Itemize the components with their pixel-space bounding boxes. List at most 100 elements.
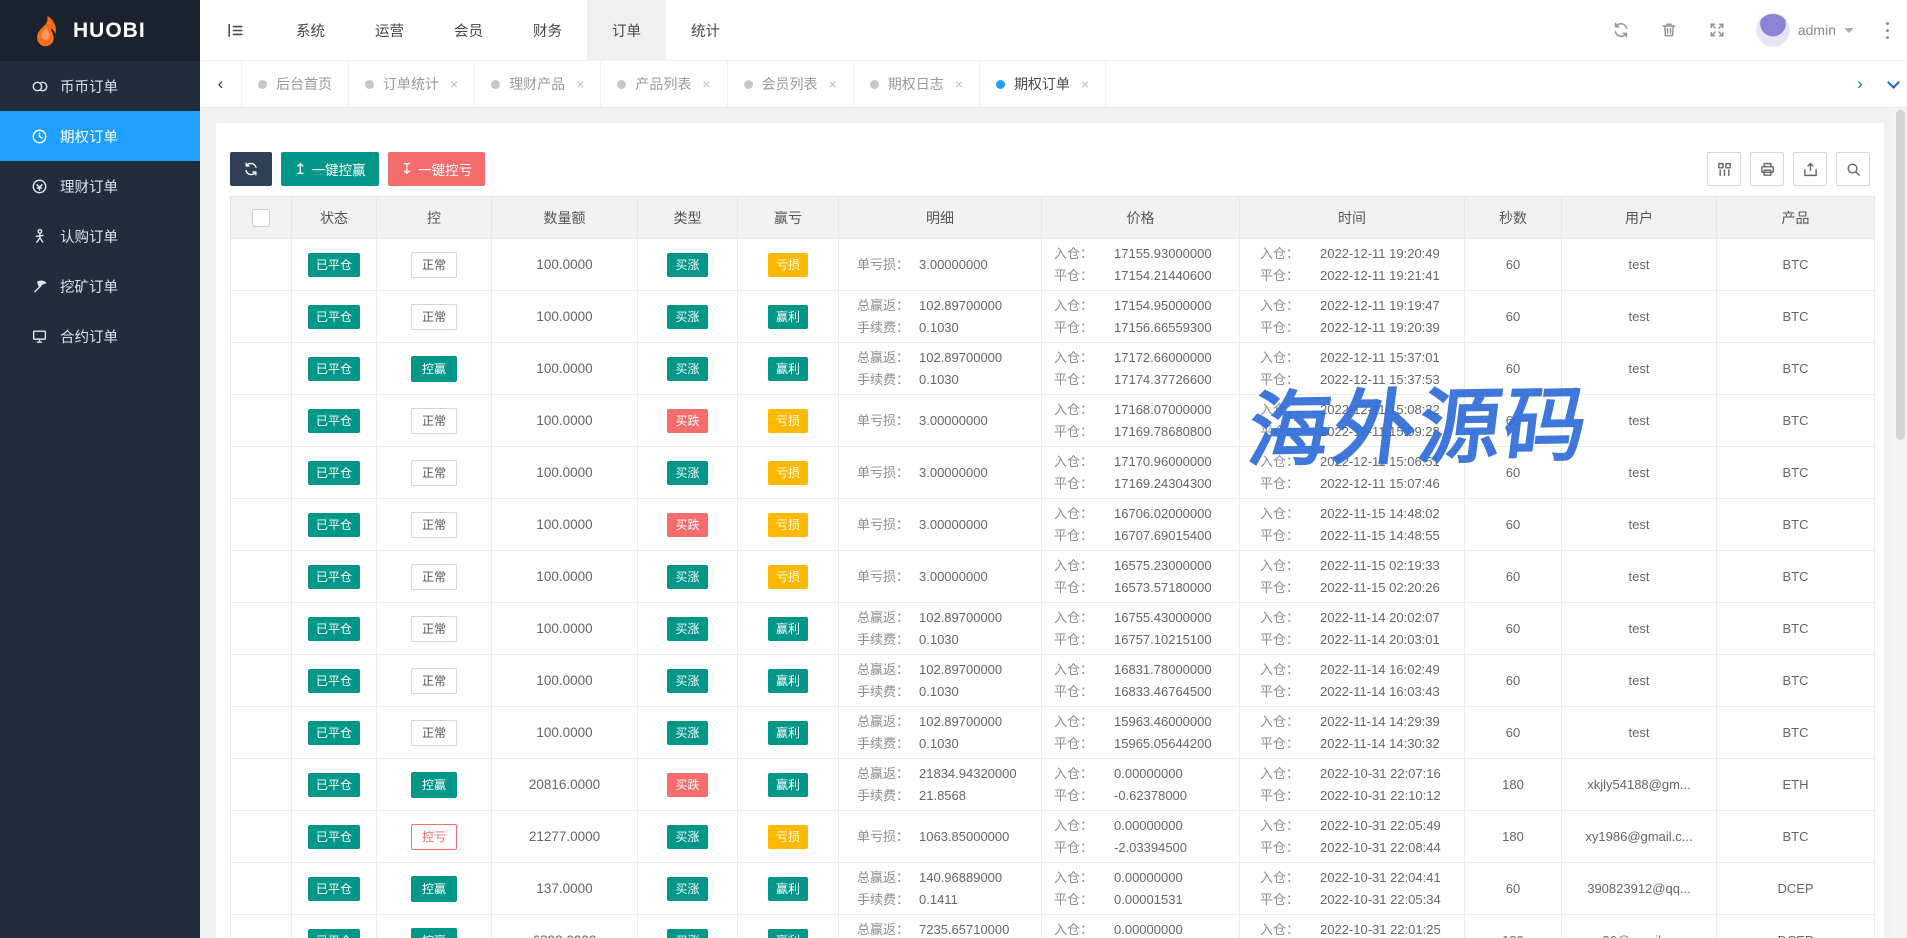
chevron-down-icon: [1887, 76, 1900, 89]
detail-cell: 单亏损：3.00000000: [839, 239, 1042, 291]
control-badge[interactable]: 正常: [411, 252, 457, 278]
control-badge[interactable]: 正常: [411, 460, 457, 486]
price-cell: 入仓：15963.46000000平仓：15965.05644200: [1042, 707, 1240, 759]
kv-line: 平仓：2022-10-31 22:08:44: [1260, 838, 1464, 858]
control-badge[interactable]: 正常: [411, 564, 457, 590]
tab-close-icon[interactable]: ×: [829, 76, 837, 92]
product-cell: BTC: [1717, 291, 1875, 343]
kv-line: 单亏损：1063.85000000: [857, 827, 1041, 847]
select-all-checkbox[interactable]: [252, 209, 270, 227]
tabs-scroll-left[interactable]: ‹: [200, 61, 242, 107]
kv-line: 手续费：0.1030: [857, 318, 1041, 338]
kv-line: 平仓：2022-10-31 22:10:12: [1260, 786, 1464, 806]
column-header: 产品: [1717, 197, 1875, 239]
nav-item-system[interactable]: 系统: [271, 0, 350, 60]
tab-member-list[interactable]: 会员列表 ×: [728, 61, 854, 107]
control-badge[interactable]: 控赢: [411, 876, 457, 902]
force-lose-button[interactable]: ↧ 一键控亏: [388, 152, 486, 186]
tab-label: 订单统计: [383, 74, 439, 94]
kv-line: 入仓：0.00000000: [1054, 868, 1239, 888]
time-cell: 入仓：2022-10-31 22:07:16平仓：2022-10-31 22:1…: [1240, 759, 1465, 811]
seconds-cell: 60: [1465, 603, 1562, 655]
sidebar-item-finance-orders[interactable]: 理财订单: [0, 161, 200, 211]
page-scrollbar[interactable]: [1894, 108, 1907, 938]
tab-close-icon[interactable]: ×: [955, 76, 963, 92]
fullscreen-icon[interactable]: [1708, 21, 1726, 39]
control-badge[interactable]: 正常: [411, 304, 457, 330]
control-badge[interactable]: 控赢: [411, 356, 457, 382]
refresh-icon[interactable]: [1612, 21, 1630, 39]
print-icon[interactable]: [1750, 152, 1784, 186]
seconds-cell: 180: [1465, 811, 1562, 863]
control-badge[interactable]: 控赢: [411, 928, 457, 938]
scrollbar-thumb[interactable]: [1896, 110, 1905, 440]
refresh-button[interactable]: [230, 152, 272, 186]
column-header: 明细: [839, 197, 1042, 239]
tabs-dropdown[interactable]: [1879, 82, 1907, 87]
amount-cell: 100.0000: [492, 291, 638, 343]
tab-order-stats[interactable]: 订单统计 ×: [349, 61, 475, 107]
tab-label: 产品列表: [635, 74, 691, 94]
tab-home[interactable]: 后台首页: [242, 61, 349, 107]
kv-line: 平仓：2022-12-11 15:09:28: [1260, 422, 1464, 442]
tab-close-icon[interactable]: ×: [576, 76, 584, 92]
tabs-scroll-right[interactable]: ›: [1841, 74, 1879, 94]
sidebar-item-option-orders[interactable]: 期权订单: [0, 111, 200, 161]
control-badge[interactable]: 正常: [411, 668, 457, 694]
sidebar: HUOBI 币币订单 期权订单 理财订单 认购订单 挖矿订单 合约订单: [0, 0, 200, 938]
collapse-menu-icon[interactable]: [200, 21, 271, 40]
nav-item-finance[interactable]: 财务: [508, 0, 587, 60]
tab-close-icon[interactable]: ×: [1081, 76, 1089, 92]
amount-cell: 100.0000: [492, 551, 638, 603]
tab-dot-icon: [870, 80, 879, 89]
amount-cell: 100.0000: [492, 343, 638, 395]
kv-line: 平仓：2022-11-15 02:20:26: [1260, 578, 1464, 598]
control-badge[interactable]: 正常: [411, 616, 457, 642]
user-cell: test: [1562, 655, 1717, 707]
tab-option-orders[interactable]: 期权订单 ×: [980, 61, 1106, 107]
tab-close-icon[interactable]: ×: [702, 76, 710, 92]
kv-line: 平仓：16757.10215100: [1054, 630, 1239, 650]
more-menu-icon[interactable]: [1884, 18, 1891, 43]
control-badge[interactable]: 控赢: [411, 772, 457, 798]
brand-logo[interactable]: HUOBI: [0, 0, 200, 61]
nav-item-stats[interactable]: 统计: [666, 0, 745, 60]
nav-item-member[interactable]: 会员: [429, 0, 508, 60]
sidebar-item-mining-orders[interactable]: 挖矿订单: [0, 261, 200, 311]
kv-line: 入仓：2022-11-14 14:29:39: [1260, 712, 1464, 732]
topbar: 系统运营会员财务订单统计 admin: [200, 0, 1907, 61]
nav-item-operation[interactable]: 运营: [350, 0, 429, 60]
orders-card: ↥ 一键控赢 ↧ 一键控亏: [216, 123, 1884, 938]
column-header: 价格: [1042, 197, 1240, 239]
kv-line: 平仓：2022-11-14 20:03:01: [1260, 630, 1464, 650]
sidebar-item-subscribe-orders[interactable]: 认购订单: [0, 211, 200, 261]
kv-line: 手续费：0.1030: [857, 370, 1041, 390]
nav-item-order[interactable]: 订单: [587, 0, 666, 60]
force-win-button[interactable]: ↥ 一键控赢: [281, 152, 379, 186]
trash-icon[interactable]: [1660, 21, 1678, 39]
tab-option-logs[interactable]: 期权日志 ×: [854, 61, 980, 107]
user-cell: test: [1562, 447, 1717, 499]
control-badge[interactable]: 正常: [411, 408, 457, 434]
sidebar-item-coin-orders[interactable]: 币币订单: [0, 61, 200, 111]
columns-filter-icon[interactable]: [1707, 152, 1741, 186]
detail-cell: 总赢返：102.89700000手续费：0.1030: [839, 291, 1042, 343]
tab-product-list[interactable]: 产品列表 ×: [601, 61, 727, 107]
kv-line: 入仓：2022-12-11 19:20:49: [1260, 244, 1464, 264]
kv-line: 入仓：15963.46000000: [1054, 712, 1239, 732]
export-icon[interactable]: [1793, 152, 1827, 186]
tab-label: 后台首页: [276, 74, 332, 94]
tab-dot-icon: [617, 80, 626, 89]
user-menu[interactable]: admin: [1756, 13, 1854, 47]
search-icon[interactable]: [1836, 152, 1870, 186]
detail-cell: 总赢返：102.89700000手续费：0.1030: [839, 343, 1042, 395]
tab-finance-products[interactable]: 理财产品 ×: [475, 61, 601, 107]
control-badge[interactable]: 正常: [411, 720, 457, 746]
sidebar-item-contract-orders[interactable]: 合约订单: [0, 311, 200, 361]
tab-close-icon[interactable]: ×: [450, 76, 458, 92]
tabbar: ‹ 后台首页 订单统计 × 理财产品 × 产品列表 × 会员列表 × 期权日志 …: [200, 61, 1907, 108]
control-badge[interactable]: 正常: [411, 512, 457, 538]
control-badge[interactable]: 控亏: [411, 824, 457, 850]
row-select-cell: [231, 603, 292, 655]
row-select-cell: [231, 707, 292, 759]
